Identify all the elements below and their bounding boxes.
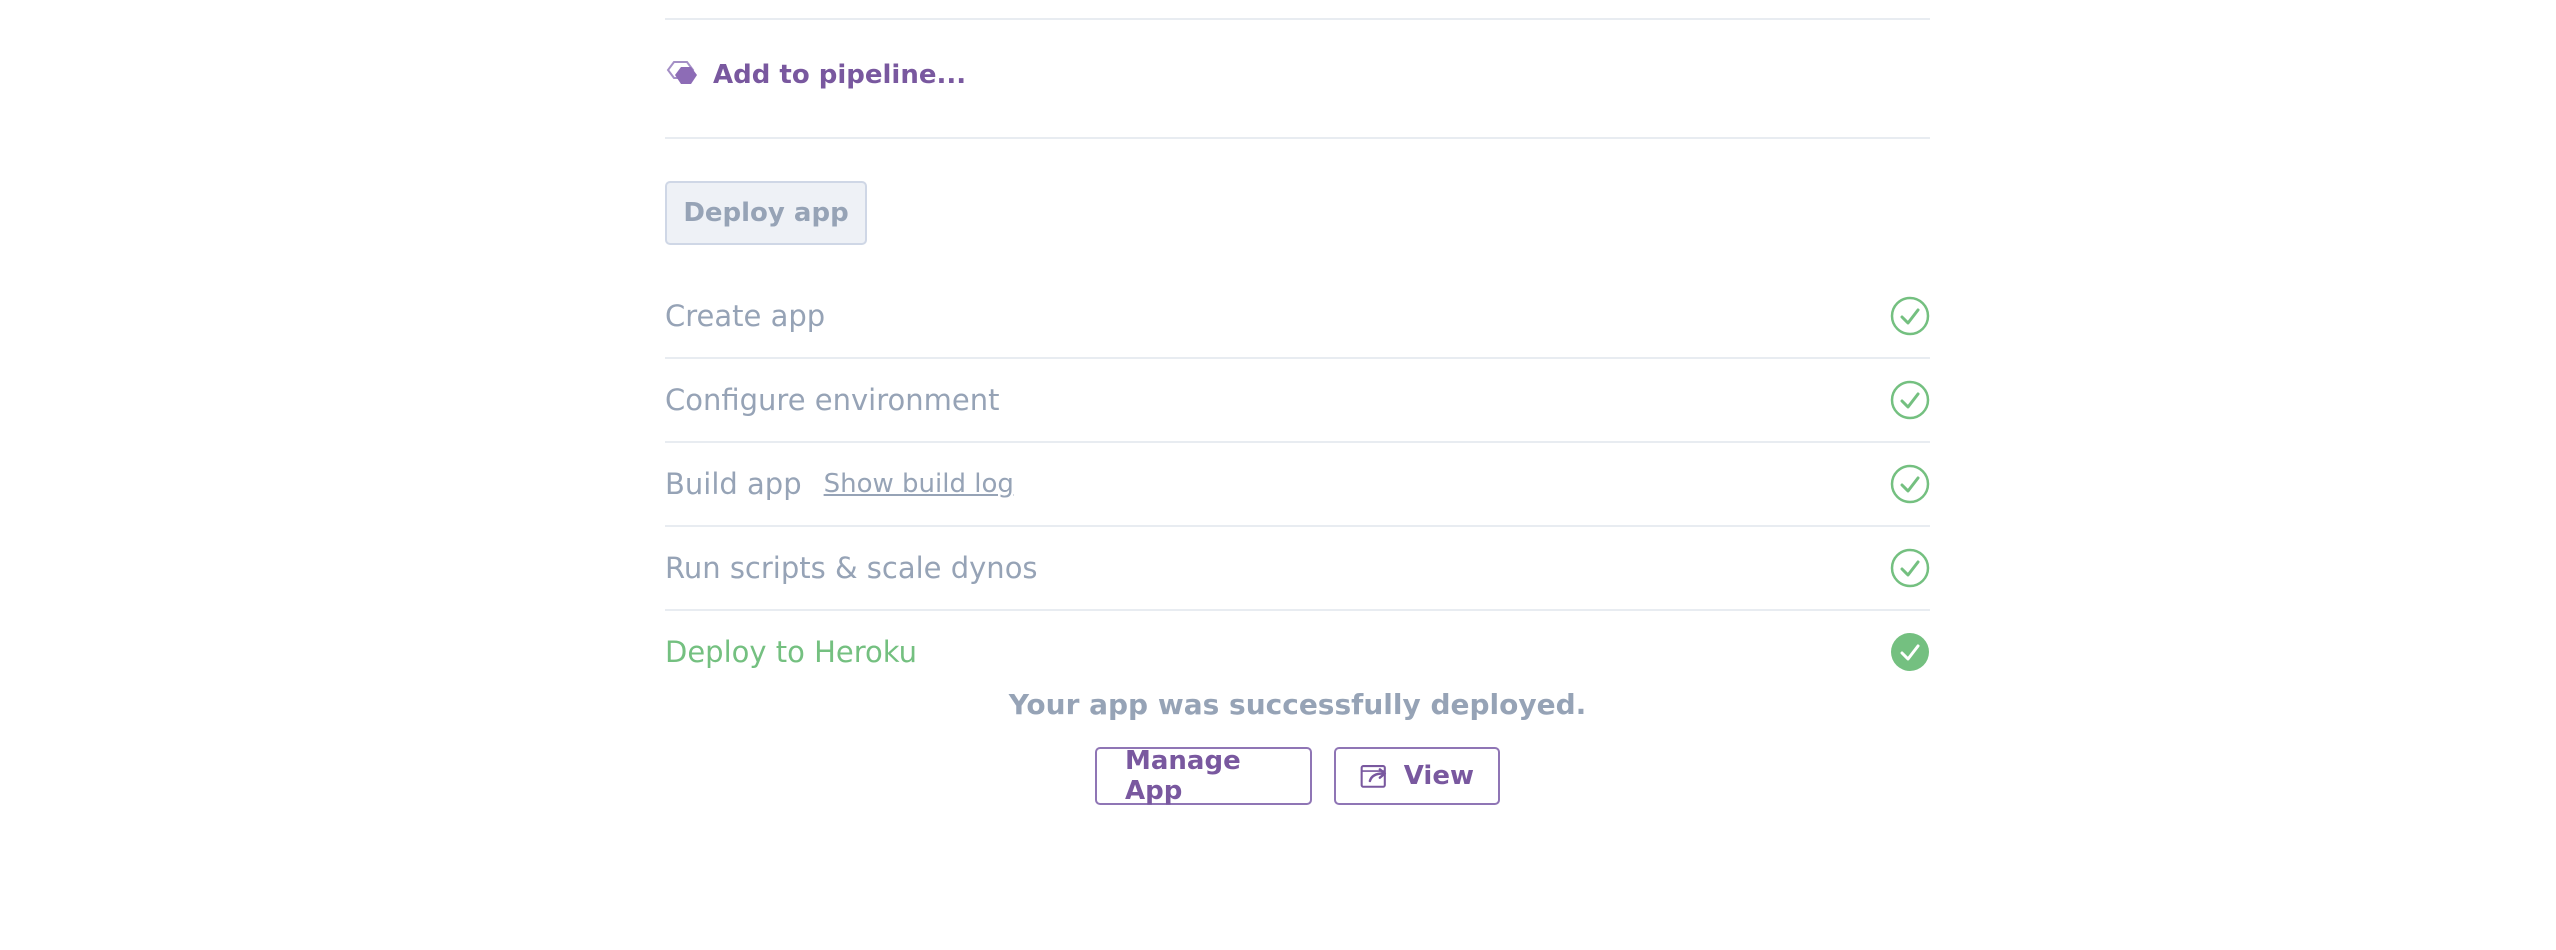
divider <box>665 137 1930 139</box>
step-label: Build app <box>665 467 802 501</box>
check-circle-icon <box>1890 380 1930 420</box>
step-label: Create app <box>665 299 826 333</box>
step-configure-environment: Configure environment <box>665 359 1930 443</box>
deploy-app-button[interactable]: Deploy app <box>665 181 867 245</box>
step-run-scripts: Run scripts & scale dynos <box>665 527 1930 611</box>
view-app-label: View <box>1403 761 1474 791</box>
add-to-pipeline-link[interactable]: Add to pipeline... <box>665 58 966 92</box>
external-window-icon <box>1360 765 1387 788</box>
divider <box>665 18 1930 20</box>
deploy-steps-list: Create app Configure environment Build a… <box>665 275 1930 693</box>
step-label: Deploy to Heroku <box>665 635 918 669</box>
check-circle-filled-icon <box>1891 633 1929 671</box>
step-label: Run scripts & scale dynos <box>665 551 1038 585</box>
pipeline-icon <box>666 61 697 84</box>
check-circle-icon <box>1890 548 1930 588</box>
add-to-pipeline-label: Add to pipeline... <box>713 60 967 90</box>
post-deploy-actions: Manage App View <box>665 746 1930 806</box>
check-circle-icon <box>1890 464 1930 504</box>
view-app-button[interactable]: View <box>1334 747 1500 805</box>
show-build-log-link[interactable]: Show build log <box>824 469 1014 499</box>
step-build-app: Build app Show build log <box>665 443 1930 527</box>
deploy-page: Add to pipeline... Deploy app Create app… <box>0 0 2556 950</box>
success-message: Your app was successfully deployed. <box>1008 688 1587 721</box>
step-deploy-to-heroku: Deploy to Heroku <box>665 611 1930 693</box>
manage-app-button[interactable]: Manage App <box>1095 746 1312 806</box>
step-create-app: Create app <box>665 275 1930 359</box>
manage-app-label: Manage App <box>1125 746 1241 806</box>
step-label: Configure environment <box>665 383 1000 417</box>
check-circle-icon <box>1890 296 1930 336</box>
